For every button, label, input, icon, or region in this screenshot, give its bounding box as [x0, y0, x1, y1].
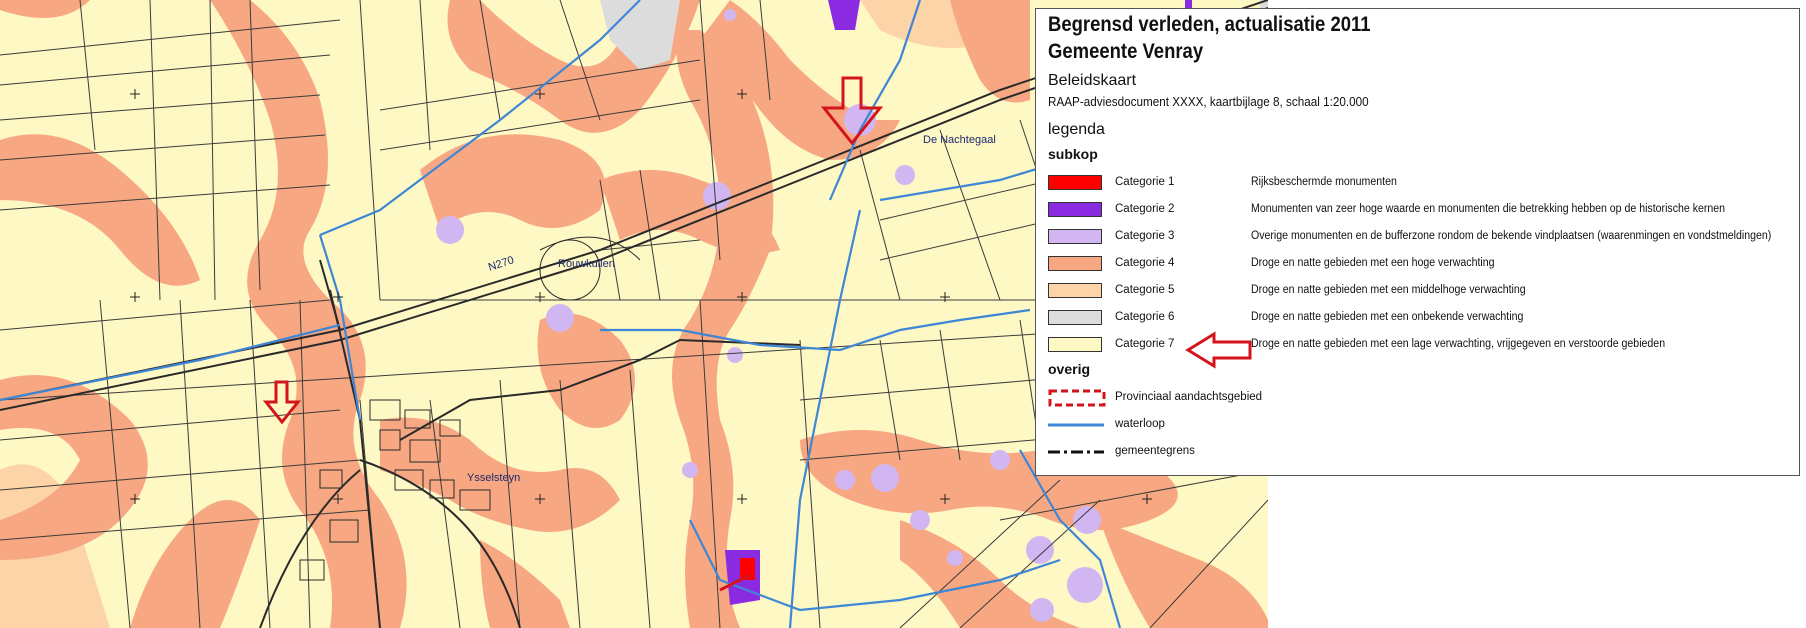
medium-expectation-zones	[0, 0, 1010, 628]
category-description: Rijksbeschermde monumenten	[1251, 176, 1397, 188]
category-description: Droge en natte gebieden met een hoge ver…	[1251, 257, 1495, 269]
legend-heading: legenda	[1048, 121, 1105, 138]
category-label: Categorie 6	[1115, 311, 1175, 323]
category-description: Monumenten van zeer hoge waarde en monum…	[1251, 203, 1726, 215]
category-description: Droge en natte gebieden met een middelho…	[1251, 284, 1526, 296]
legend-municipality: Gemeente Venray	[1048, 40, 1204, 63]
category-label: Categorie 5	[1115, 284, 1175, 296]
category-label: Categorie 7	[1115, 338, 1175, 350]
swatch-cat5	[1048, 283, 1102, 298]
legend-row-cat7: Categorie 7 Droge en natte gebieden met …	[1048, 335, 1788, 355]
legend-row-gemeentegrens: gemeentegrens	[1048, 442, 1348, 462]
category-label: Categorie 2	[1115, 203, 1175, 215]
legend-row-provinciaal: Provinciaal aandachtsgebied	[1048, 388, 1348, 408]
legend-row-cat4: Categorie 4 Droge en natte gebieden met …	[1048, 254, 1788, 274]
category-label: Categorie 3	[1115, 230, 1175, 242]
subkop-heading: subkop	[1048, 146, 1098, 162]
legend-row-cat5: Categorie 5 Droge en natte gebieden met …	[1048, 281, 1788, 301]
overig-label: Provinciaal aandachtsgebied	[1115, 391, 1263, 403]
dashed-red-box-icon	[1048, 389, 1106, 407]
legend-row-cat3: Categorie 3 Overige monumenten en de buf…	[1048, 227, 1788, 247]
swatch-cat3	[1048, 229, 1102, 244]
place-label-nachtegaal: De Nachtegaal	[923, 134, 996, 146]
place-label-rouwkuilen: Rouwkuilen	[558, 258, 615, 270]
legend-subtitle: Beleidskaart	[1048, 72, 1137, 89]
legend-row-cat2: Categorie 2 Monumenten van zeer hoge waa…	[1048, 200, 1788, 220]
overig-label: gemeentegrens	[1115, 445, 1195, 457]
blue-line-icon	[1048, 423, 1104, 427]
swatch-cat1	[1048, 175, 1102, 190]
legend-row-cat1: Categorie 1 Rijksbeschermde monumenten	[1048, 173, 1788, 193]
dash-dot-line-icon	[1048, 450, 1104, 454]
arrow-left-icon	[1185, 331, 1252, 369]
category-label: Categorie 4	[1115, 257, 1175, 269]
category-description: Droge en natte gebieden met een onbekend…	[1251, 311, 1524, 323]
legend-row-cat6: Categorie 6 Droge en natte gebieden met …	[1048, 308, 1788, 328]
swatch-cat6	[1048, 310, 1102, 325]
map-legend: Begrensd verleden, actualisatie 2011 Gem…	[1035, 8, 1800, 476]
swatch-cat4	[1048, 256, 1102, 271]
legend-document: RAAP-adviesdocument XXXX, kaartbijlage 8…	[1048, 94, 1369, 109]
category-description: Droge en natte gebieden met een lage ver…	[1251, 338, 1666, 350]
legend-row-waterloop: waterloop	[1048, 415, 1348, 435]
legend-title: Begrensd verleden, actualisatie 2011	[1048, 13, 1371, 36]
place-label-ysselsteyn: Ysselsteyn	[467, 472, 521, 484]
swatch-cat2	[1048, 202, 1102, 217]
category-label: Categorie 1	[1115, 176, 1175, 188]
category-description: Overige monumenten en de bufferzone rond…	[1251, 230, 1772, 242]
swatch-cat7	[1048, 337, 1102, 352]
overig-heading: overig	[1048, 361, 1091, 377]
overig-label: waterloop	[1115, 418, 1165, 430]
